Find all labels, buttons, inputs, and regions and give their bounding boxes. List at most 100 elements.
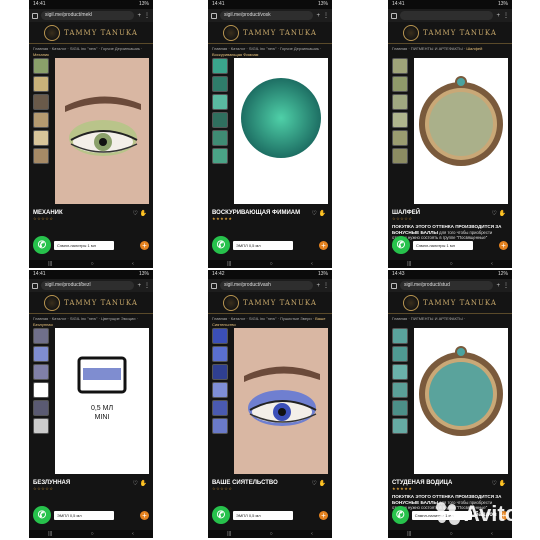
product-thumbnail[interactable]: [392, 328, 408, 344]
menu-icon[interactable]: ⋮: [323, 282, 329, 289]
product-thumbnail[interactable]: [392, 364, 408, 380]
add-to-cart-button[interactable]: +: [319, 510, 328, 520]
home-icon[interactable]: [211, 282, 217, 289]
breadcrumb-path[interactable]: Главная · Каталог · SIGIL inc "new" · Цв…: [33, 316, 138, 321]
add-tab-icon[interactable]: +: [316, 283, 320, 289]
product-thumbnail[interactable]: [212, 400, 228, 416]
back-icon[interactable]: ‹: [311, 260, 313, 268]
size-select[interactable]: ЭМПЛ 0,5 мл: [54, 510, 114, 520]
product-thumbnail[interactable]: [392, 112, 408, 128]
size-select[interactable]: Сэмпл-палитры 1 мл: [413, 240, 473, 250]
product-thumbnail[interactable]: [33, 364, 49, 380]
home-icon[interactable]: [32, 12, 38, 19]
product-thumbnail[interactable]: [212, 364, 228, 380]
product-image[interactable]: [55, 58, 149, 204]
product-thumbnail[interactable]: [392, 94, 408, 110]
menu-icon[interactable]: ⋮: [144, 12, 150, 19]
product-thumbnail[interactable]: [212, 148, 228, 164]
menu-icon[interactable]: ⋮: [144, 282, 150, 289]
whatsapp-icon[interactable]: ✆: [212, 506, 230, 524]
product-image[interactable]: [234, 58, 328, 204]
product-image[interactable]: 0,5 МЛ MINI: [55, 328, 149, 474]
product-thumbnail[interactable]: [33, 400, 49, 416]
home-nav-icon[interactable]: ○: [450, 260, 453, 268]
home-nav-icon[interactable]: ○: [270, 260, 273, 268]
product-thumbnail[interactable]: [33, 94, 49, 110]
whatsapp-icon[interactable]: ✆: [212, 236, 230, 254]
product-thumbnail[interactable]: [212, 418, 228, 434]
url-field[interactable]: sigil.me/product/bezl: [41, 281, 135, 290]
product-thumbnail[interactable]: [33, 130, 49, 146]
recents-icon[interactable]: |||: [407, 260, 411, 268]
add-tab-icon[interactable]: +: [496, 283, 500, 289]
product-thumbnail[interactable]: [33, 112, 49, 128]
url-field[interactable]: sigil.me/product/vosk: [220, 11, 314, 20]
product-image[interactable]: [234, 328, 328, 474]
product-thumbnail[interactable]: [392, 76, 408, 92]
menu-icon[interactable]: ⋮: [503, 282, 509, 289]
back-icon[interactable]: ‹: [132, 530, 134, 538]
breadcrumb-path[interactable]: Главная · ПИГМЕНТЫ И АРТЕФАКТЫ ·: [392, 46, 465, 51]
back-icon[interactable]: ‹: [491, 260, 493, 268]
home-nav-icon[interactable]: ○: [91, 260, 94, 268]
product-thumbnail[interactable]: [33, 76, 49, 92]
add-tab-icon[interactable]: +: [137, 13, 141, 19]
size-select[interactable]: ЭМПЛ 0,5 мл: [233, 240, 293, 250]
home-nav-icon[interactable]: ○: [270, 530, 273, 538]
whatsapp-icon[interactable]: ✆: [392, 506, 409, 524]
url-field[interactable]: sigil.me/product/vash: [220, 281, 314, 290]
product-thumbnail[interactable]: [392, 346, 408, 362]
product-thumbnail[interactable]: [33, 148, 49, 164]
add-tab-icon[interactable]: +: [496, 13, 500, 19]
size-select[interactable]: ЭМПЛ 0,5 мл: [233, 510, 293, 520]
add-to-cart-button[interactable]: +: [140, 510, 149, 520]
product-thumbnail[interactable]: [392, 130, 408, 146]
favorite-icon[interactable]: ♡ ✋: [491, 210, 506, 217]
product-thumbnail[interactable]: [392, 418, 408, 434]
product-thumbnail[interactable]: [33, 418, 49, 434]
add-tab-icon[interactable]: +: [316, 13, 320, 19]
product-thumbnail[interactable]: [33, 58, 49, 74]
product-image[interactable]: [414, 328, 508, 474]
home-icon[interactable]: [391, 12, 397, 19]
product-thumbnail[interactable]: [212, 130, 228, 146]
whatsapp-icon[interactable]: ✆: [33, 236, 51, 254]
url-field[interactable]: sigil.me/product/stud: [400, 281, 494, 290]
product-thumbnail[interactable]: [212, 346, 228, 362]
home-nav-icon[interactable]: ○: [450, 530, 453, 538]
favorite-icon[interactable]: ♡ ✋: [132, 210, 147, 217]
add-to-cart-button[interactable]: +: [499, 240, 508, 250]
breadcrumb-path[interactable]: Главная · Каталог · SIGIL inc "new" · Го…: [33, 46, 142, 51]
back-icon[interactable]: ‹: [132, 260, 134, 268]
favorite-icon[interactable]: ♡ ✋: [491, 480, 506, 487]
add-to-cart-button[interactable]: +: [319, 240, 328, 250]
product-thumbnail[interactable]: [212, 328, 228, 344]
product-thumbnail[interactable]: [212, 112, 228, 128]
recents-icon[interactable]: |||: [227, 530, 231, 538]
home-nav-icon[interactable]: ○: [91, 530, 94, 538]
breadcrumb-path[interactable]: Главная · ПИГМЕНТЫ И АРТЕФАКТЫ ·: [392, 316, 465, 321]
back-icon[interactable]: ‹: [491, 530, 493, 538]
url-field[interactable]: sigil.me/product/mekl: [41, 11, 135, 20]
favorite-icon[interactable]: ♡ ✋: [311, 210, 326, 217]
product-thumbnail[interactable]: [212, 58, 228, 74]
product-thumbnail[interactable]: [392, 400, 408, 416]
product-thumbnail[interactable]: [392, 382, 408, 398]
product-thumbnail[interactable]: [212, 76, 228, 92]
favorite-icon[interactable]: ♡ ✋: [132, 480, 147, 487]
product-thumbnail[interactable]: [392, 148, 408, 164]
whatsapp-icon[interactable]: ✆: [392, 236, 410, 254]
favorite-icon[interactable]: ♡ ✋: [311, 480, 326, 487]
add-tab-icon[interactable]: +: [137, 283, 141, 289]
add-to-cart-button[interactable]: +: [140, 240, 149, 250]
size-select[interactable]: Сэмпл-палитры 1 мл: [54, 240, 114, 250]
menu-icon[interactable]: ⋮: [323, 12, 329, 19]
back-icon[interactable]: ‹: [311, 530, 313, 538]
product-image[interactable]: [414, 58, 508, 204]
menu-icon[interactable]: ⋮: [503, 12, 509, 19]
home-icon[interactable]: [211, 12, 217, 19]
product-thumbnail[interactable]: [33, 382, 49, 398]
recents-icon[interactable]: |||: [407, 530, 411, 538]
recents-icon[interactable]: |||: [227, 260, 231, 268]
product-thumbnail[interactable]: [212, 382, 228, 398]
